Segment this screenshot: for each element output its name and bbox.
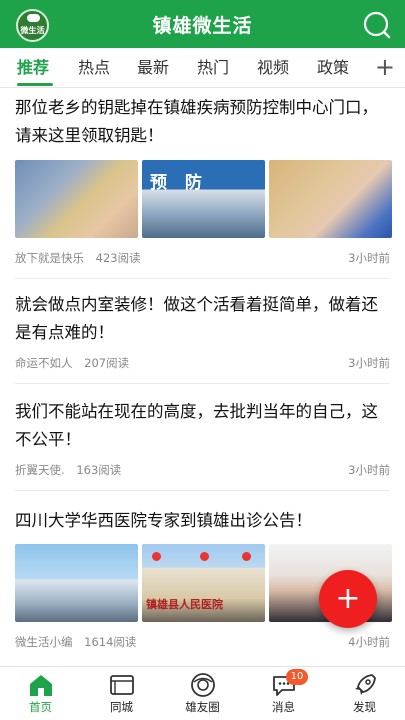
article-reads: 207阅读 xyxy=(84,356,130,370)
article-time: 4小时前 xyxy=(348,635,390,649)
tab-latest[interactable]: 最新 xyxy=(137,48,169,88)
sign-photo-text: 预 防 xyxy=(150,173,208,193)
article-title[interactable]: 四川大学华西医院专家到镇雄出诊公告！ xyxy=(15,507,390,535)
tab-policy[interactable]: 政策 xyxy=(317,48,349,88)
nav-community[interactable]: 雄友圈 xyxy=(162,667,243,720)
hospital-photo[interactable] xyxy=(15,544,138,622)
rocket-icon xyxy=(354,674,376,695)
article-reads: 423阅读 xyxy=(95,251,141,265)
page-title: 镇雄微生活 xyxy=(152,14,253,37)
category-tabs: 推荐 热点 最新 热门 视频 政策 + xyxy=(0,48,405,88)
article-reads: 163阅读 xyxy=(76,463,122,477)
lantern-icon xyxy=(200,552,209,561)
nav-local[interactable]: 同城 xyxy=(81,667,162,720)
add-post-button[interactable]: + xyxy=(319,570,377,628)
lantern-icon xyxy=(242,552,251,561)
bottom-nav: 首页 同城 雄友圈 10 消息 发现 xyxy=(0,666,405,720)
nav-label: 消息 xyxy=(272,700,295,714)
nav-label: 雄友圈 xyxy=(185,700,220,714)
article-meta: 微生活小编 1614阅读 4小时前 xyxy=(15,634,390,650)
nav-label: 同城 xyxy=(110,700,133,714)
article-meta: 命运不如人 207阅读 3小时前 xyxy=(15,355,390,371)
article-title[interactable]: 就会做点内室装修！做这个活看着挺简单，做着还是有点难的！ xyxy=(15,291,390,347)
article-source: 微生活小编 xyxy=(15,635,73,649)
article-item[interactable]: 那位老乡的钥匙掉在镇雄疾病预防控制中心门口，请来这里领取钥匙！ 预 防 放下就是… xyxy=(15,94,392,279)
app-logo[interactable]: 微生活 xyxy=(16,9,49,42)
article-meta: 折翼天使. 163阅读 3小时前 xyxy=(15,462,390,478)
article-source: 命运不如人 xyxy=(15,356,73,370)
app-screen: 微生活 镇雄微生活 推荐 热点 最新 热门 视频 政策 + 那位老乡的钥匙掉在镇… xyxy=(0,0,405,720)
logo-text: 微生活 xyxy=(20,26,45,35)
article-item[interactable]: 我们不能站在现在的高度，去批判当年的自己，这不公平！ 折翼天使. 163阅读 3… xyxy=(15,398,390,491)
folder-icon xyxy=(109,675,134,695)
article-item[interactable]: 就会做点内室装修！做这个活看着挺简单，做着还是有点难的！ 命运不如人 207阅读… xyxy=(15,291,390,384)
nav-messages[interactable]: 10 消息 xyxy=(243,667,324,720)
unread-badge: 10 xyxy=(286,669,308,685)
hospital-sign-text: 镇雄县人民医院 xyxy=(146,598,223,611)
article-thumbnails: 预 防 xyxy=(15,160,392,238)
nav-label: 发现 xyxy=(353,700,376,714)
key-photo[interactable] xyxy=(15,160,138,238)
tab-popular[interactable]: 热门 xyxy=(197,48,229,88)
tab-hot-topics[interactable]: 热点 xyxy=(78,48,110,88)
nav-label: 首页 xyxy=(29,700,52,714)
article-title[interactable]: 那位老乡的钥匙掉在镇雄疾病预防控制中心门口，请来这里领取钥匙！ xyxy=(15,94,390,150)
article-meta: 放下就是快乐 423阅读 3小时前 xyxy=(15,250,390,266)
article-time: 3小时前 xyxy=(348,463,390,477)
article-title[interactable]: 我们不能站在现在的高度，去批判当年的自己，这不公平！ xyxy=(15,398,390,454)
add-tab-button[interactable]: + xyxy=(375,55,395,79)
article-source: 折翼天使. xyxy=(15,463,65,477)
article-time: 3小时前 xyxy=(348,356,390,370)
active-tab-indicator xyxy=(17,83,53,86)
top-header: 微生活 镇雄微生活 xyxy=(0,0,405,48)
article-time: 3小时前 xyxy=(348,251,390,265)
hospital-photo[interactable]: 镇雄县人民医院 xyxy=(142,544,265,622)
article-source: 放下就是快乐 xyxy=(15,251,84,265)
nav-discover[interactable]: 发现 xyxy=(324,667,405,720)
camera-lens-icon xyxy=(190,673,215,697)
home-icon xyxy=(29,675,52,696)
logo-bubble-icon xyxy=(27,14,40,22)
tab-video[interactable]: 视频 xyxy=(257,48,289,88)
nav-home[interactable]: 首页 xyxy=(0,667,81,720)
key-photo[interactable] xyxy=(269,160,392,238)
tab-recommend[interactable]: 推荐 xyxy=(17,48,49,88)
lantern-icon xyxy=(152,552,161,561)
search-icon[interactable] xyxy=(363,11,391,39)
article-reads: 1614阅读 xyxy=(84,635,137,649)
sign-photo[interactable]: 预 防 xyxy=(142,160,265,238)
